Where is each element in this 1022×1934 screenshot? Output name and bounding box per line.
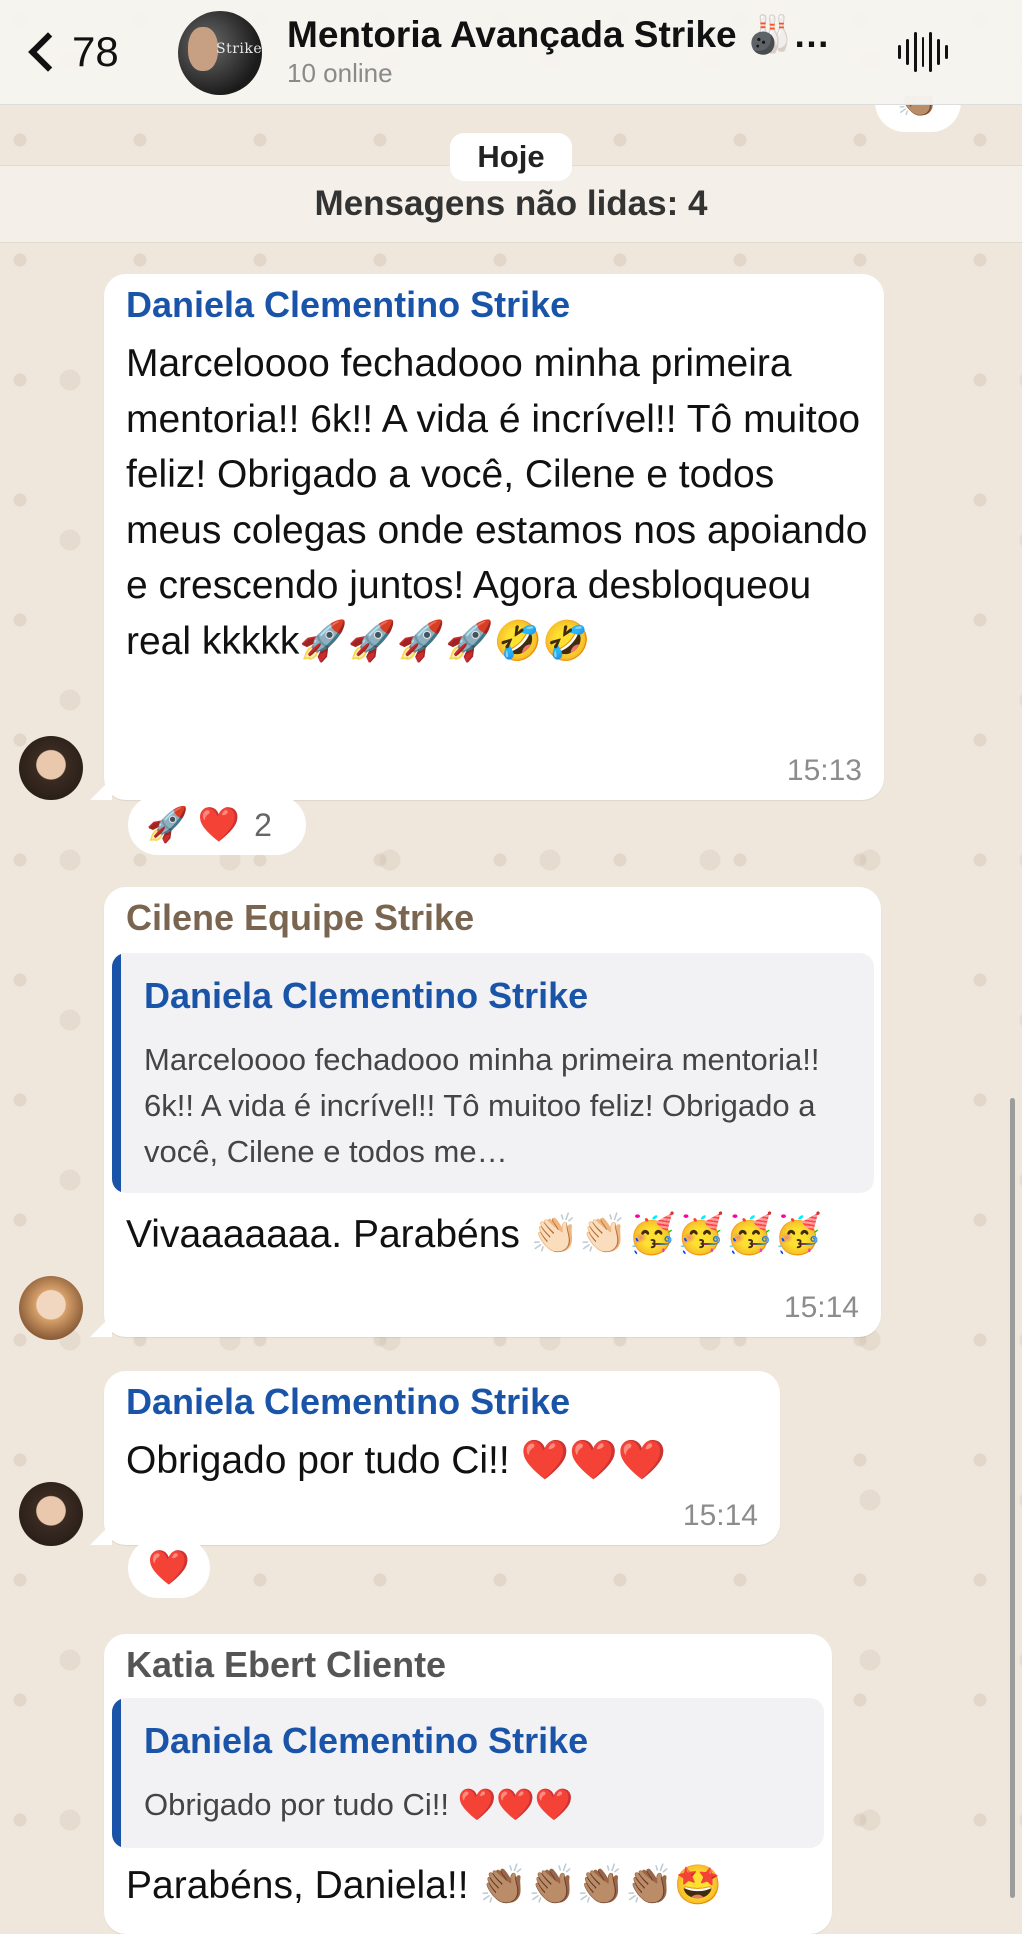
group-name[interactable]: Mentoria Avançada Strike 🎳… [287,14,877,57]
chat-header: 78 Strike Mentoria Avançada Strike 🎳… 10… [0,0,1022,105]
message-reactions[interactable]: 🚀 ❤️ 2 [128,795,306,855]
group-online-status: 10 online [287,58,393,88]
message-bubble[interactable]: Daniela Clementino Strike Obrigado por t… [90,1371,780,1545]
quoted-message[interactable]: Daniela Clementino Strike Marceloooo fec… [112,953,874,1193]
message-text: Marceloooo fechadooo minha primeira ment… [126,342,868,663]
reaction-emojis: 🚀 ❤️ [146,806,241,844]
message-time: 15:14 [783,1291,859,1324]
message-sender[interactable]: Daniela Clementino Strike [126,284,570,326]
sender-avatar[interactable] [19,1482,83,1546]
reaction-count: 2 [254,806,272,843]
message-bubble[interactable]: Katia Ebert Cliente Daniela Clementino S… [104,1634,832,1934]
message-bubble[interactable]: Daniela Clementino Strike Marceloooo fec… [90,274,884,800]
message-text: Vivaaaaaaa. Parabéns 👏🏻👏🏻🥳🥳🥳🥳 [126,1213,823,1256]
group-avatar[interactable]: Strike [178,11,262,95]
quoted-sender: Daniela Clementino Strike [144,1720,589,1761]
group-avatar-text: Strike [216,41,262,57]
message-text: Parabéns, Daniela!! 👏🏽👏🏽👏🏽👏🏽🤩 [126,1864,723,1907]
quoted-message[interactable]: Daniela Clementino Strike Obrigado por t… [112,1698,824,1848]
message-bubble[interactable]: Cilene Equipe Strike Daniela Clementino … [90,887,881,1337]
date-separator: Hoje [450,133,572,181]
chat-scrollbar[interactable] [1010,1098,1015,1898]
unread-chats-count: 78 [72,28,119,75]
message-sender[interactable]: Daniela Clementino Strike [126,1381,570,1423]
sender-avatar[interactable] [19,736,83,800]
message-time: 15:13 [786,754,862,787]
quoted-text: Obrigado por tudo Ci!! ❤️❤️❤️ [144,1787,574,1822]
message-sender[interactable]: Cilene Equipe Strike [126,897,474,939]
quoted-text: Marceloooo fechadooo minha primeira ment… [144,1042,820,1169]
chevron-left-icon [28,32,68,72]
back-button[interactable]: 78 [24,22,119,82]
quote-bar [112,1698,121,1848]
quoted-sender: Daniela Clementino Strike [144,975,589,1016]
message-time: 15:14 [682,1499,758,1532]
voice-chat-icon[interactable] [898,30,949,74]
message-sender[interactable]: Katia Ebert Cliente [126,1644,446,1686]
reaction-emojis: ❤️ [147,1549,191,1587]
message-reactions[interactable]: ❤️ [128,1538,210,1598]
message-text: Obrigado por tudo Ci!! ❤️❤️❤️ [126,1439,667,1482]
sender-avatar[interactable] [19,1276,83,1340]
quote-bar [112,953,121,1193]
